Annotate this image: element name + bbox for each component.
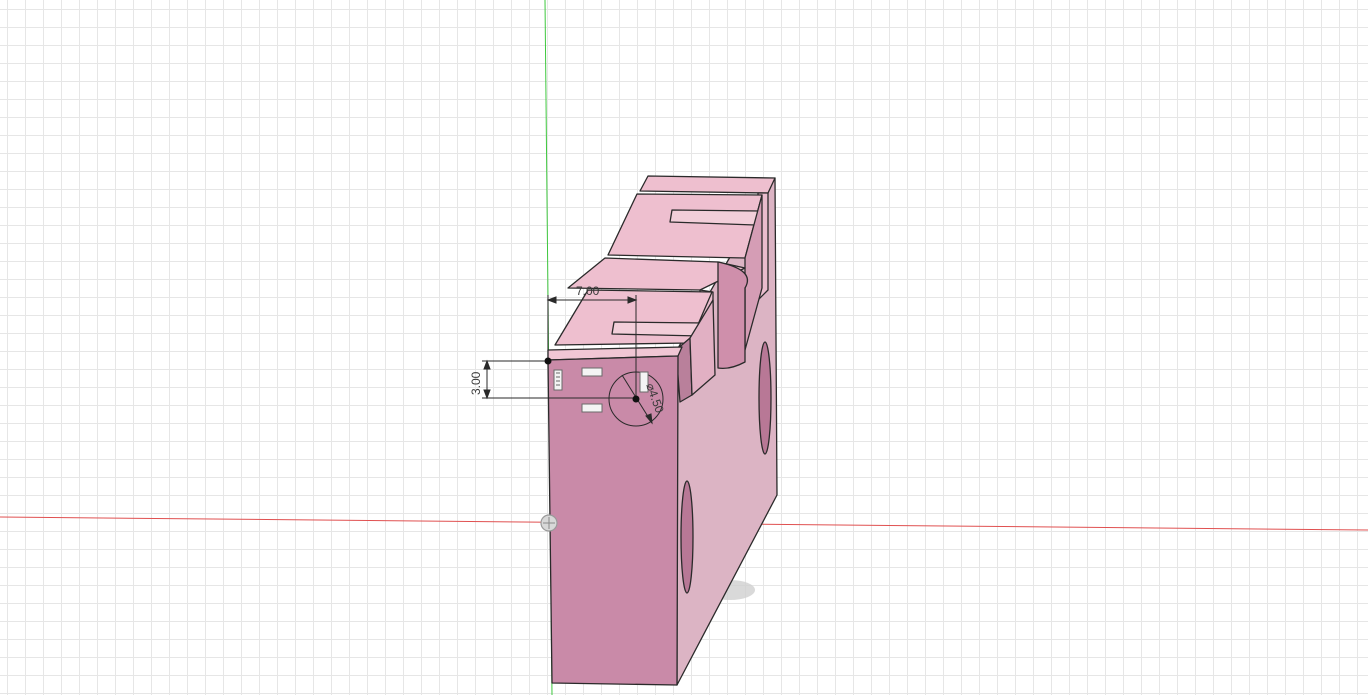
3d-model-scene[interactable]: 7.00 3.00 ⌀4.50 xyxy=(0,0,1368,695)
model-body[interactable] xyxy=(547,175,778,686)
origin-marker-icon[interactable] xyxy=(540,514,558,532)
upper-step-notch[interactable] xyxy=(669,209,761,226)
back-plate-top[interactable] xyxy=(639,175,776,194)
width-dimension-label[interactable]: 7.00 xyxy=(576,284,600,298)
upper-step-top[interactable] xyxy=(607,193,763,259)
side-hole-lower[interactable] xyxy=(680,480,694,594)
height-dimension-label[interactable]: 3.00 xyxy=(469,371,483,395)
design-canvas-viewport[interactable]: 7.00 3.00 ⌀4.50 xyxy=(0,0,1368,695)
sketch-point-center[interactable] xyxy=(632,395,640,403)
width-dim-arrow-left xyxy=(546,296,557,304)
front-step-notch[interactable] xyxy=(611,321,706,337)
height-dim-arrow-bottom xyxy=(483,389,491,400)
rounded-boss[interactable] xyxy=(717,261,749,370)
height-dim-arrow-top xyxy=(483,359,491,370)
sketch-point-corner[interactable] xyxy=(544,357,552,365)
side-hole-upper[interactable] xyxy=(758,341,772,455)
front-step-top[interactable] xyxy=(554,289,713,346)
